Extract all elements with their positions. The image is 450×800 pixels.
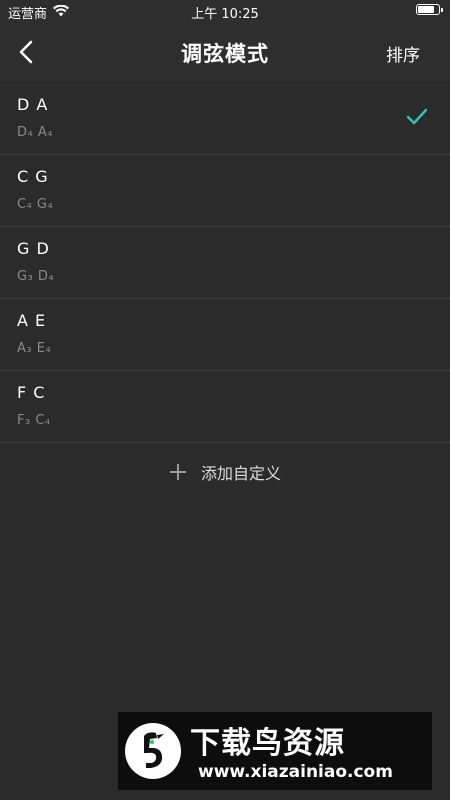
status-bar: 运营商 上午 10:25 <box>0 0 450 22</box>
tuning-item-ae[interactable]: A E A₃ E₄ <box>0 299 450 371</box>
tuning-item-da[interactable]: D A D₄ A₄ <box>0 83 450 155</box>
tuning-notes: F₃ C₄ <box>17 413 51 428</box>
add-custom-button[interactable]: 添加自定义 <box>0 450 450 494</box>
tuning-notes: D₄ A₄ <box>17 125 53 140</box>
tuning-name: D A <box>17 95 49 114</box>
add-custom-label: 添加自定义 <box>200 464 281 483</box>
tuning-notes: A₃ E₄ <box>17 341 52 356</box>
tuning-item-cg[interactable]: C G C₄ G₄ <box>0 155 450 227</box>
watermark-url: www.xiazainiao.com <box>198 762 393 782</box>
battery-icon <box>416 4 443 15</box>
tuning-list: D A D₄ A₄ C G C₄ G₄ G D G₃ D₄ A E A₃ E₄ … <box>0 83 450 443</box>
tuning-notes: G₃ D₄ <box>17 269 55 284</box>
tuning-name: G D <box>17 239 50 258</box>
nav-bar: 调弦模式 排序 <box>0 22 450 83</box>
tuning-name: A E <box>17 311 47 330</box>
sort-button[interactable]: 排序 <box>386 41 420 66</box>
watermark-title: 下载鸟资源 <box>190 726 345 761</box>
page-title: 调弦模式 <box>181 42 269 66</box>
watermark: 下载鸟资源 www.xiazainiao.com <box>118 712 432 790</box>
plus-icon <box>169 464 186 480</box>
tuning-notes: C₄ G₄ <box>17 197 54 212</box>
tuning-item-fc[interactable]: F C F₃ C₄ <box>0 371 450 443</box>
tuning-item-gd[interactable]: G D G₃ D₄ <box>0 227 450 299</box>
bird-logo-icon <box>125 723 181 779</box>
checkmark-icon <box>406 108 428 125</box>
tuning-name: C G <box>17 167 49 186</box>
status-time: 上午 10:25 <box>191 7 259 22</box>
tuning-name: F C <box>17 383 46 402</box>
